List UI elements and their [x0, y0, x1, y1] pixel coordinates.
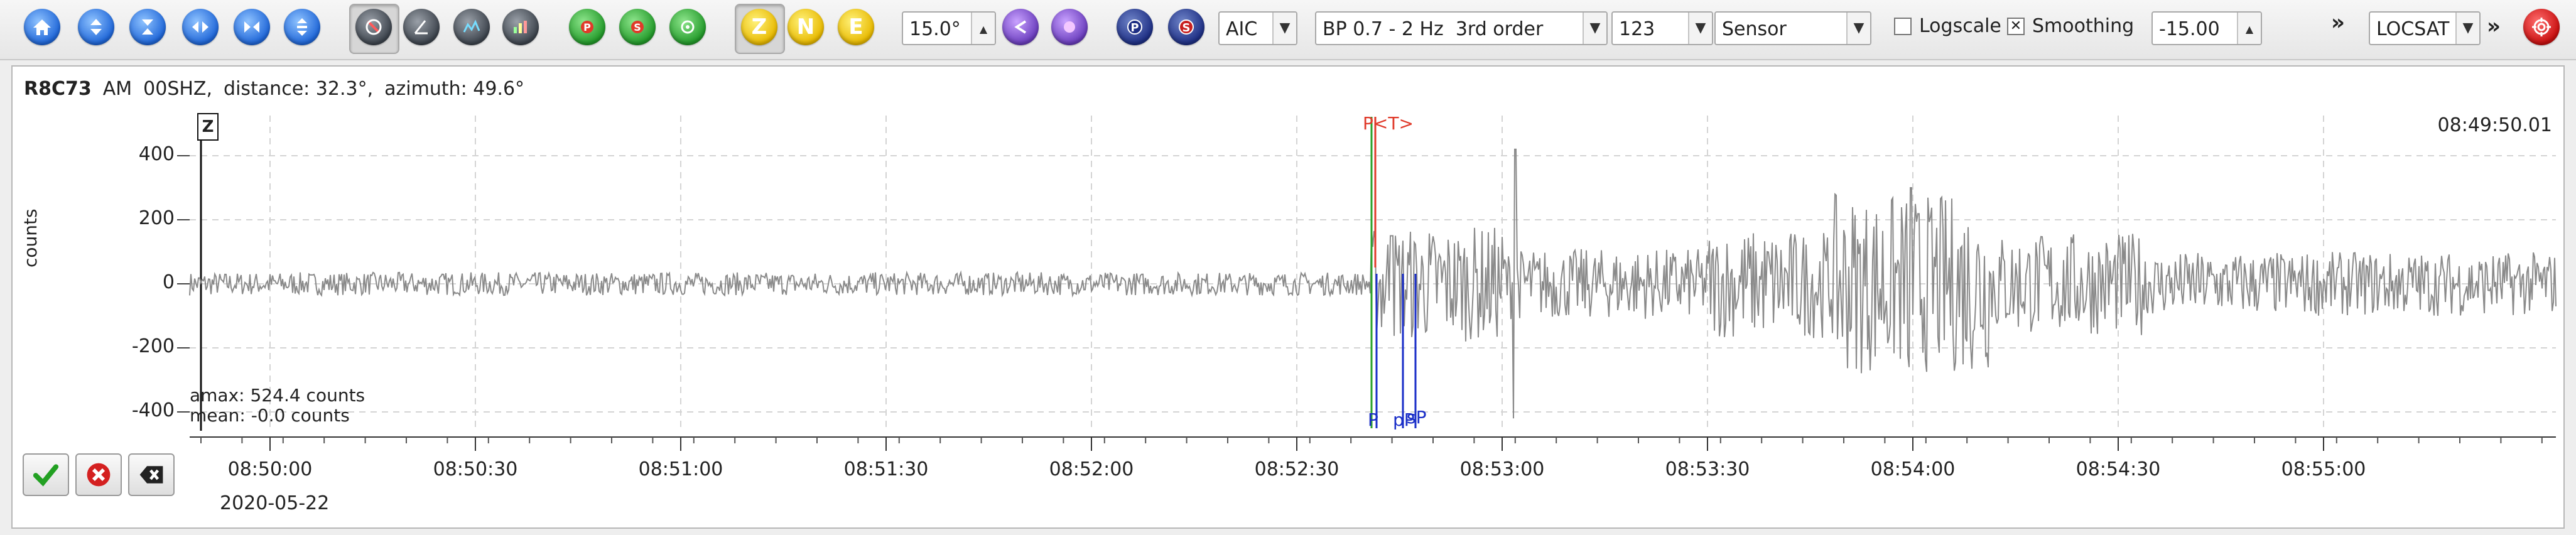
phase-p-button[interactable]: P [1117, 9, 1153, 45]
component-set-value: 123 [1619, 18, 1655, 40]
pick-top-t: <T> [1373, 113, 1414, 134]
toolbar-overflow-icon-2[interactable]: » [2487, 14, 2501, 39]
locator-select[interactable]: LOCSAT ▼ [2369, 11, 2481, 45]
angle-icon[interactable] [403, 9, 440, 45]
clear-icon [139, 466, 163, 484]
compress-horizontal-icon[interactable] [234, 9, 270, 45]
smoothing-checkbox[interactable]: ✕ Smoothing [2007, 15, 2134, 37]
chevron-down-icon[interactable]: ▼ [2455, 13, 2479, 44]
logscale-box[interactable] [1894, 17, 1912, 35]
spin-up-icon[interactable]: ▲ [2238, 13, 2261, 44]
chevron-down-icon[interactable]: ▼ [1688, 13, 1712, 44]
relocate-icon[interactable] [669, 9, 706, 45]
logscale-label: Logscale [1919, 15, 2001, 37]
component-marker: Z [197, 113, 219, 141]
pick-cursor-icon[interactable] [355, 9, 392, 45]
spin-up-icon[interactable]: ▲ [972, 13, 995, 44]
x-tick: 08:50:30 [433, 458, 518, 480]
smoothing-label: Smoothing [2032, 15, 2135, 37]
pick-label-sp[interactable]: sP [1407, 407, 1426, 428]
azimuth: azimuth: 49.6° [384, 78, 525, 100]
accept-button[interactable] [23, 453, 69, 496]
component-set-select[interactable]: 123 ▼ [1611, 11, 1713, 45]
mean-label: mean: -0.0 counts [190, 405, 350, 426]
expand-vertical-icon[interactable] [78, 9, 114, 45]
x-tick: 08:53:00 [1459, 458, 1545, 480]
expand-horizontal-icon[interactable] [182, 9, 219, 45]
y-axis-label: counts [20, 208, 41, 268]
filter-value: BP 0.7 - 2 Hz 3rd order [1323, 18, 1544, 40]
spinner-arrows[interactable]: ▲▼ [2237, 13, 2261, 44]
checkmark-icon [33, 464, 59, 487]
fit-vertical-icon[interactable] [284, 9, 320, 45]
network-code: AM [102, 78, 133, 100]
rotation-value: 15.0° [909, 18, 961, 40]
amax-label: amax: 524.4 counts [190, 385, 365, 406]
toolbar: P S Z N E 15.0° ▲▼ P S AIC ▼ BP 0.7 - 2 … [0, 0, 2576, 60]
distance: distance: 32.3°, [224, 78, 374, 100]
x-tick: 08:54:00 [1870, 458, 1956, 480]
amplitude-value: -15.00 [2159, 18, 2220, 40]
y-tick: 200 [138, 207, 175, 229]
x-tick: 08:54:30 [2075, 458, 2161, 480]
picker-method-select[interactable]: AIC ▼ [1218, 11, 1297, 45]
trace-stats: amax: 524.4 counts mean: -0.0 counts [190, 386, 365, 426]
spinner-arrows[interactable]: ▲▼ [971, 13, 995, 44]
picker-method-value: AIC [1226, 18, 1258, 40]
time-readout: 08:49:50.01 [2437, 114, 2552, 136]
spectrum-icon[interactable] [502, 9, 539, 45]
station-info: R8C73 AM 00SHZ, distance: 32.3°, azimuth: 49… [24, 78, 524, 100]
x-tick: 08:52:00 [1049, 458, 1134, 480]
reject-button[interactable] [75, 453, 122, 496]
y-tick: 400 [138, 143, 175, 165]
target-icon[interactable] [2523, 9, 2560, 45]
component-z-button[interactable]: Z [741, 9, 777, 45]
x-tick: 08:53:30 [1665, 458, 1750, 480]
filter-select[interactable]: BP 0.7 - 2 Hz 3rd order ▼ [1315, 11, 1608, 45]
reject-icon [87, 463, 111, 487]
pick-label-top-p[interactable]: P<T> [1363, 113, 1414, 134]
x-tick: 08:51:00 [638, 458, 723, 480]
unit-mode-value: Sensor [1722, 18, 1787, 40]
home-icon[interactable] [24, 9, 60, 45]
clear-button[interactable] [128, 453, 175, 496]
chevron-down-icon[interactable]: ▼ [1846, 13, 1870, 44]
compress-vertical-icon[interactable] [129, 9, 166, 45]
x-tick: 08:50:00 [227, 458, 313, 480]
component-e-button[interactable]: E [838, 9, 874, 45]
pick-s-icon[interactable]: S [619, 9, 656, 45]
spectrogram-icon[interactable] [453, 9, 490, 45]
pick-top-p: P [1363, 113, 1373, 134]
chevron-down-icon[interactable]: ▼ [1272, 13, 1296, 44]
toolbar-overflow-icon[interactable]: » [2331, 10, 2345, 35]
phase-p-label: P [1130, 21, 1139, 35]
trace-panel: R8C73 AM 00SHZ, distance: 32.3°, azimuth: 49… [11, 65, 2565, 529]
waveform-trace [189, 148, 2557, 419]
channel-code: 00SHZ, [143, 78, 213, 100]
y-tick: -200 [131, 335, 175, 357]
station-code: R8C73 [24, 78, 92, 100]
date-label: 2020-05-22 [220, 492, 330, 514]
phase-s-label: S [1182, 21, 1191, 35]
unit-mode-select[interactable]: Sensor ▼ [1714, 11, 1871, 45]
record-icon[interactable] [1051, 9, 1088, 45]
align-left-icon[interactable] [1002, 9, 1039, 45]
x-tick: 08:55:00 [2281, 458, 2366, 480]
pick-label-p[interactable]: P [1368, 409, 1378, 430]
y-tick: 0 [162, 271, 175, 293]
rotation-spinner[interactable]: 15.0° ▲▼ [902, 11, 996, 45]
pick-p-icon[interactable]: P [569, 9, 605, 45]
x-tick: 08:52:30 [1254, 458, 1339, 480]
y-tick: -400 [131, 399, 175, 421]
smoothing-box[interactable]: ✕ [2007, 17, 2025, 35]
logscale-checkbox[interactable]: Logscale [1894, 15, 2001, 37]
chevron-down-icon[interactable]: ▼ [1583, 13, 1606, 44]
phase-s-button[interactable]: S [1168, 9, 1204, 45]
x-tick: 08:51:30 [843, 458, 929, 480]
locator-value: LOCSAT [2376, 18, 2450, 40]
svg-text:P: P [583, 21, 591, 33]
amplitude-spinner[interactable]: -15.00 ▲▼ [2151, 11, 2262, 45]
svg-text:S: S [634, 21, 641, 33]
component-n-button[interactable]: N [787, 9, 824, 45]
